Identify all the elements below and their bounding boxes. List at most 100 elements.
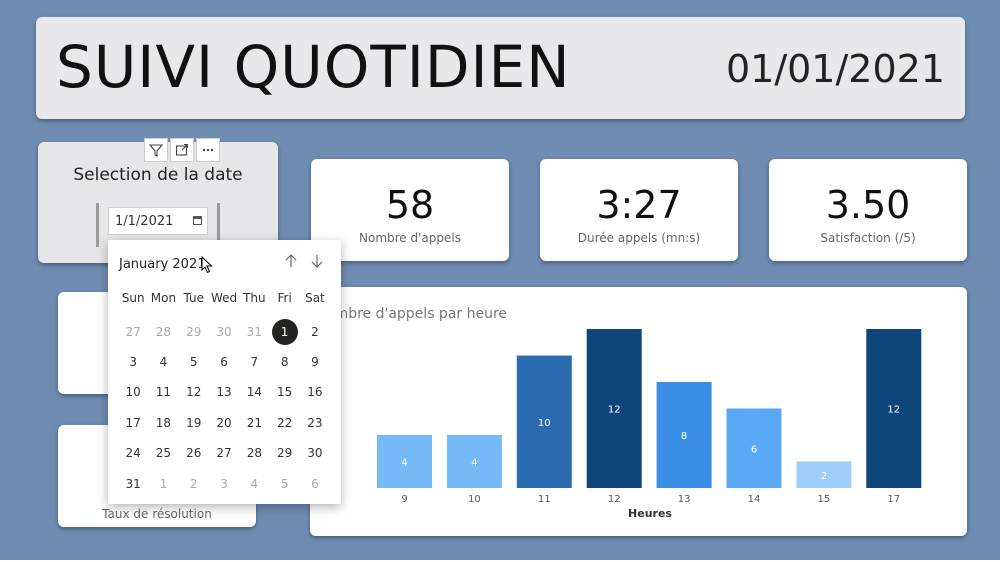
calendar-day-number: 16	[307, 385, 323, 400]
focus-mode-icon[interactable]	[170, 138, 194, 162]
calendar-day[interactable]: 18	[148, 408, 178, 438]
calendar-day-number: 21	[246, 415, 262, 430]
calendar-day[interactable]: 12	[179, 377, 209, 407]
more-options-icon[interactable]	[196, 138, 220, 162]
x-axis-label: Heures	[628, 507, 672, 520]
header-date: 01/01/2021	[725, 47, 945, 91]
bar-data-label: 6	[751, 444, 757, 455]
calendar-day[interactable]: 5	[269, 468, 299, 498]
weekday-label: Thu	[243, 291, 266, 305]
arrow-down-icon[interactable]	[311, 254, 323, 272]
x-tick-label: 12	[608, 494, 621, 505]
calendar-day[interactable]: 8	[269, 347, 299, 377]
calendar-day[interactable]: 23	[300, 408, 330, 438]
calendar-day[interactable]: 20	[209, 408, 239, 438]
page-title: SUIVI QUOTIDIEN	[56, 33, 571, 101]
calendar-grid: Sun Mon Tue Wed Thu Fri Sat 27 28 29 30 31 1 2 3 4 5 6 7 8 9…	[118, 286, 330, 499]
x-tick-label: 10	[468, 494, 481, 505]
calendar-day-selected[interactable]: 1	[269, 316, 299, 346]
calendar-day-number: 28	[246, 446, 262, 461]
calendar-day[interactable]: 28	[239, 438, 269, 468]
kpi-value: 3.50	[825, 183, 911, 227]
calendar-day[interactable]: 22	[269, 408, 299, 438]
calendar-day-number: 2	[311, 324, 319, 339]
calendar-day[interactable]: 6	[209, 347, 239, 377]
calendar-day-number: 5	[189, 354, 198, 369]
calendar-day-number: 31	[125, 476, 141, 491]
calendar-day[interactable]: 29	[269, 438, 299, 468]
weekday-label: Wed	[210, 291, 238, 305]
calendar-day-number: 27	[216, 446, 232, 461]
calendar-day[interactable]: 7	[239, 347, 269, 377]
date-input[interactable]: 1/1/2021	[108, 207, 208, 235]
calendar-day-number: 1	[271, 318, 298, 345]
calendar-day-number: 30	[216, 324, 232, 339]
calendar-day[interactable]: 3	[118, 347, 148, 377]
calendar-day-number: 6	[311, 476, 319, 491]
slicer-title: Selection de la date	[73, 165, 243, 185]
calendar-day[interactable]: 4	[148, 347, 178, 377]
calendar-day[interactable]: 15	[269, 377, 299, 407]
calendar-day[interactable]: 3	[209, 468, 239, 498]
calendar-day[interactable]: 13	[209, 377, 239, 407]
calendar-day-number: 13	[216, 385, 232, 400]
calendar-day[interactable]: 9	[300, 347, 330, 377]
calendar-day-number: 29	[276, 446, 293, 461]
calendar-day[interactable]: 16	[300, 377, 330, 407]
calendar-day[interactable]: 29	[179, 316, 209, 346]
calendar-day[interactable]: 30	[209, 316, 239, 346]
calendar-day[interactable]: 1	[148, 468, 178, 498]
calendar-day[interactable]: 31	[239, 316, 269, 346]
weekday-label: Sun	[121, 291, 145, 305]
calendar-day[interactable]: 4	[239, 468, 269, 498]
bar-data-label: 4	[401, 458, 407, 469]
calendar-day[interactable]: 27	[209, 438, 239, 468]
kpi-value: 58	[385, 183, 435, 227]
calendar-day-number: 6	[220, 354, 228, 369]
calendar-day[interactable]: 2	[179, 468, 209, 498]
calendar-day[interactable]: 6	[300, 468, 330, 498]
weekday-label: Mon	[150, 291, 177, 305]
slider-handle-left[interactable]	[96, 203, 99, 247]
calendar-day-number: 30	[307, 446, 323, 461]
calendar-day-number: 12	[186, 385, 202, 400]
calendar-day-number: 7	[250, 354, 259, 369]
bar-data-label: 12	[608, 405, 621, 416]
calendar-day[interactable]: 26	[179, 438, 209, 468]
visual-toolbar	[144, 138, 220, 162]
calendar-day[interactable]: 30	[300, 438, 330, 468]
calendar-day[interactable]: 11	[148, 377, 178, 407]
calendar-day[interactable]: 14	[239, 377, 269, 407]
calendar-day[interactable]: 10	[118, 377, 148, 407]
calendar-day[interactable]: 25	[148, 438, 178, 468]
calendar-day-number: 24	[125, 446, 141, 461]
bar-chart: 4 9 4 10 10 11 12 12 8 13 6 14 2 15 12 17 Heures	[377, 329, 922, 520]
x-tick-label: 14	[748, 494, 761, 505]
x-tick-label: 9	[401, 494, 407, 505]
filter-icon[interactable]	[144, 138, 168, 162]
calendar-day-number: 15	[276, 385, 293, 400]
calendar-day[interactable]: 27	[118, 316, 148, 346]
date-input-value: 1/1/2021	[115, 214, 174, 229]
arrow-up-icon[interactable]	[285, 254, 297, 272]
kpi-label: Satisfaction (/5)	[820, 231, 916, 245]
calendar-day[interactable]: 31	[118, 468, 148, 498]
calendar-day[interactable]: 19	[179, 408, 209, 438]
bar-data-label: 8	[681, 431, 687, 442]
calendar-day[interactable]: 5	[179, 347, 209, 377]
calendar-day-number: 25	[155, 446, 172, 461]
calendar-day-number: 23	[307, 415, 323, 430]
weekday-label: Fri	[277, 291, 292, 305]
calendar-day[interactable]: 17	[118, 408, 148, 438]
calendar-day[interactable]: 24	[118, 438, 148, 468]
calendar-day[interactable]: 21	[239, 408, 269, 438]
calendar-day[interactable]: 2	[300, 316, 330, 346]
header-card: SUIVI QUOTIDIEN 01/01/2021	[36, 17, 965, 119]
calendar-day-number: 11	[155, 385, 172, 400]
calendar-day-number: 3	[129, 354, 137, 369]
calendar-popup[interactable]: January 2021 Sun Mon Tue Wed Thu Fri Sat 27 28 29…	[108, 240, 341, 504]
calendar-day-number: 29	[186, 324, 202, 339]
calendar-icon[interactable]	[193, 216, 202, 225]
calendar-day[interactable]: 28	[148, 316, 178, 346]
calls-per-hour-chart[interactable]: ombre d'appels par heure 4 9 4 10 10 11 12 12 8 1…	[310, 287, 967, 536]
